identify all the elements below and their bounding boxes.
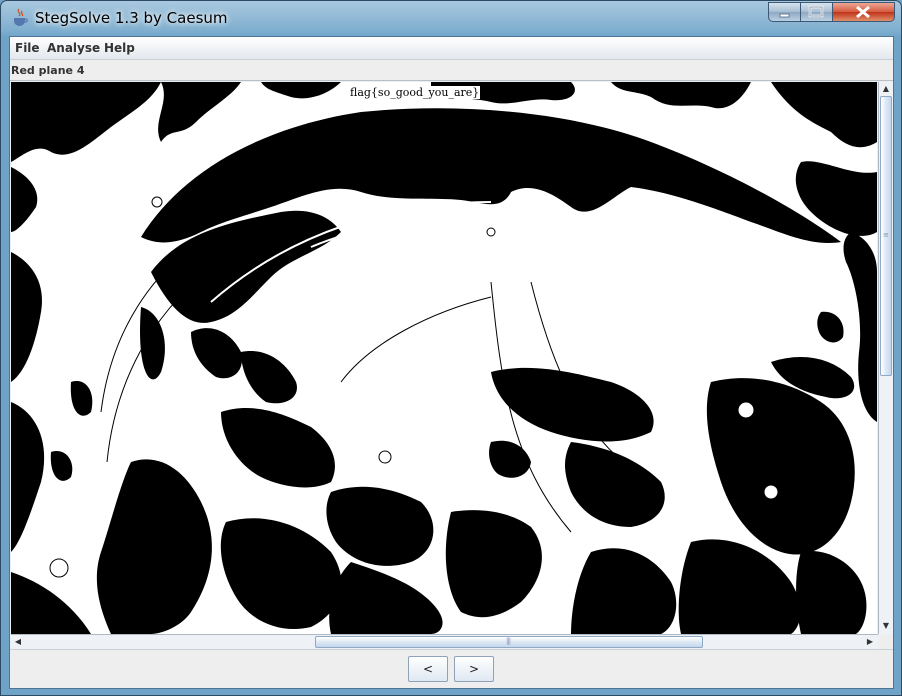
scroll-right-arrow-icon[interactable]: ▶ <box>863 635 877 649</box>
plane-label-row: Red plane 4 <box>10 60 893 81</box>
title-bar[interactable]: StegSolve 1.3 by Caesum <box>1 1 901 35</box>
minimize-button[interactable] <box>768 2 801 22</box>
menu-analyse[interactable]: Analyse <box>47 41 100 55</box>
scroll-up-arrow-icon[interactable]: ▲ <box>879 82 893 96</box>
hidden-flag-text: flag{so_good_you_are} <box>349 86 481 99</box>
scroll-down-arrow-icon[interactable]: ▼ <box>879 619 893 633</box>
window-title: StegSolve 1.3 by Caesum <box>35 9 228 27</box>
scroll-left-arrow-icon[interactable]: ◀ <box>11 635 25 649</box>
scrollbar-corner <box>878 634 893 649</box>
grip-icon: ≡ <box>883 231 889 239</box>
previous-plane-button[interactable]: < <box>408 656 448 682</box>
maximize-icon <box>808 5 824 18</box>
next-plane-button[interactable]: > <box>454 656 494 682</box>
menu-bar: File Analyse Help <box>10 37 893 60</box>
client-area: File Analyse Help Red plane 4 flag{so_go… <box>9 36 894 689</box>
minimize-icon <box>779 13 790 18</box>
menu-file[interactable]: File <box>15 41 40 55</box>
grip-icon: ||| <box>506 637 511 645</box>
horizontal-scroll-thumb[interactable]: ||| <box>315 636 703 648</box>
bit-plane-image <box>11 82 877 634</box>
java-app-icon <box>14 8 28 26</box>
image-viewport[interactable]: flag{so_good_you_are} <box>11 82 877 634</box>
close-button[interactable] <box>833 2 895 22</box>
vertical-scrollbar[interactable]: ▲ ≡ ▼ <box>878 82 893 634</box>
plane-label: Red plane 4 <box>11 64 85 77</box>
menu-help[interactable]: Help <box>104 41 135 55</box>
app-window: StegSolve 1.3 by Caesum File Analyse Hel… <box>0 0 902 696</box>
maximize-button[interactable] <box>801 2 833 22</box>
close-icon <box>856 5 870 19</box>
vertical-scroll-thumb[interactable]: ≡ <box>880 96 892 376</box>
nav-bar: < > <box>10 649 893 689</box>
horizontal-scrollbar[interactable]: ◀ ||| ▶ <box>11 634 878 649</box>
